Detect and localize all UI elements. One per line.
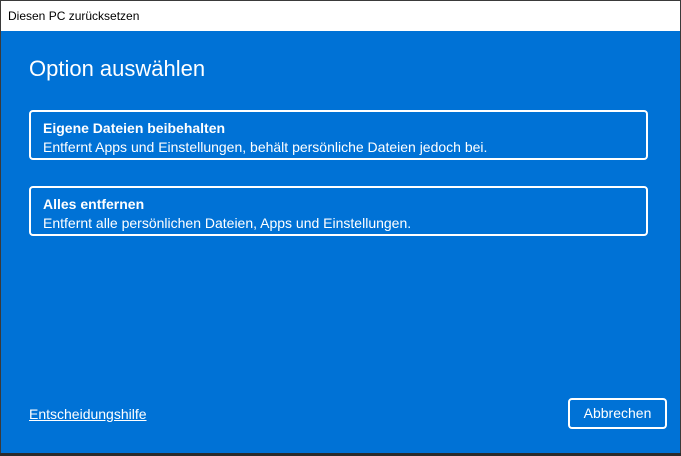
option-title: Alles entfernen	[43, 196, 145, 212]
cancel-button[interactable]: Abbrechen	[568, 398, 667, 429]
option-description: Entfernt alle persönlichen Dateien, Apps…	[43, 215, 412, 231]
option-remove-everything[interactable]: Alles entfernen Entfernt alle persönlich…	[29, 186, 648, 236]
option-description: Entfernt Apps und Einstellungen, behält …	[43, 139, 488, 155]
option-keep-files[interactable]: Eigene Dateien beibehalten Entfernt Apps…	[29, 110, 648, 160]
title-bar: Diesen PC zurücksetzen	[1, 1, 680, 31]
window-title: Diesen PC zurücksetzen	[8, 9, 140, 23]
reset-pc-dialog: Diesen PC zurücksetzen Option auswählen …	[0, 0, 681, 453]
page-title: Option auswählen	[29, 56, 206, 81]
option-title: Eigene Dateien beibehalten	[43, 120, 226, 136]
help-link[interactable]: Entscheidungshilfe	[29, 406, 147, 422]
